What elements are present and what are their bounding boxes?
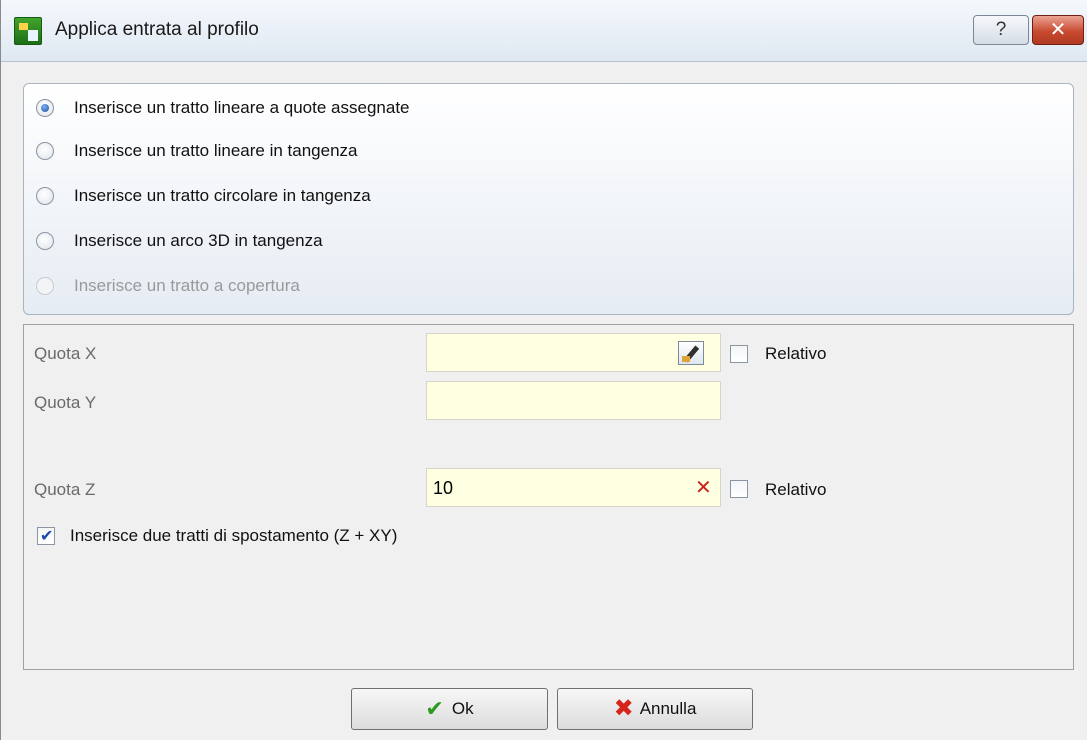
quota-x-label: Quota X <box>34 344 97 363</box>
cancel-x-icon: ✖ <box>613 695 634 722</box>
quota-x-relative-checkbox[interactable] <box>730 345 748 363</box>
app-icon <box>14 17 42 45</box>
radio-button[interactable] <box>36 187 54 205</box>
option-linear-tangent[interactable]: Inserisce un tratto lineare in tangenza <box>36 138 358 164</box>
option-label: Inserisce un tratto lineare a quote asse… <box>74 98 410 117</box>
title-bar[interactable]: Applica entrata al profilo ? ✕ <box>1 0 1087 62</box>
ok-button-label: Ok <box>451 699 474 718</box>
quota-x-input[interactable] <box>426 333 721 372</box>
option-label: Inserisce un arco 3D in tangenza <box>74 231 323 250</box>
cancel-button-label: Annulla <box>639 699 697 718</box>
option-label: Inserisce un tratto circolare in tangenz… <box>74 186 371 205</box>
dialog-window: Applica entrata al profilo ? ✕ Inserisce… <box>0 0 1087 740</box>
coordinates-panel: Quota X Relativo Quota Y Quota Z 10 ✕ Re… <box>23 324 1074 670</box>
quota-x-relative-label: Relativo <box>765 344 827 363</box>
edit-icon[interactable] <box>678 341 704 365</box>
radio-button[interactable] <box>36 142 54 160</box>
radio-button[interactable] <box>36 232 54 250</box>
window-title: Applica entrata al profilo <box>55 19 259 40</box>
option-label: Inserisce un tratto lineare in tangenza <box>74 141 358 160</box>
entry-type-radio-group: Inserisce un tratto lineare a quote asse… <box>23 83 1074 315</box>
quota-z-relative-label: Relativo <box>765 480 827 499</box>
checkmark-icon: ✔ <box>425 696 444 721</box>
cancel-button[interactable]: ✖ Annulla <box>557 688 753 730</box>
two-moves-label: Inserisce due tratti di spostamento (Z +… <box>70 526 398 545</box>
radio-button-disabled <box>36 277 54 295</box>
two-moves-checkbox[interactable] <box>37 526 55 546</box>
quota-y-input[interactable] <box>426 381 721 420</box>
quota-y-label: Quota Y <box>34 393 97 412</box>
quota-z-input[interactable]: 10 <box>426 468 721 507</box>
quota-z-relative-checkbox[interactable] <box>730 480 748 498</box>
option-linear-assigned[interactable]: Inserisce un tratto lineare a quote asse… <box>36 95 410 121</box>
clear-icon[interactable]: ✕ <box>695 478 1063 498</box>
option-covering: Inserisce un tratto a copertura <box>36 273 300 299</box>
option-arc3d-tangent[interactable]: Inserisce un arco 3D in tangenza <box>36 228 323 254</box>
quota-z-label: Quota Z <box>34 480 96 499</box>
option-label: Inserisce un tratto a copertura <box>74 276 300 295</box>
ok-button[interactable]: ✔ Ok <box>351 688 548 730</box>
help-button[interactable]: ? <box>973 15 1029 45</box>
close-button[interactable]: ✕ <box>1032 15 1084 45</box>
radio-button-selected[interactable] <box>36 99 54 117</box>
option-circular-tangent[interactable]: Inserisce un tratto circolare in tangenz… <box>36 183 371 209</box>
